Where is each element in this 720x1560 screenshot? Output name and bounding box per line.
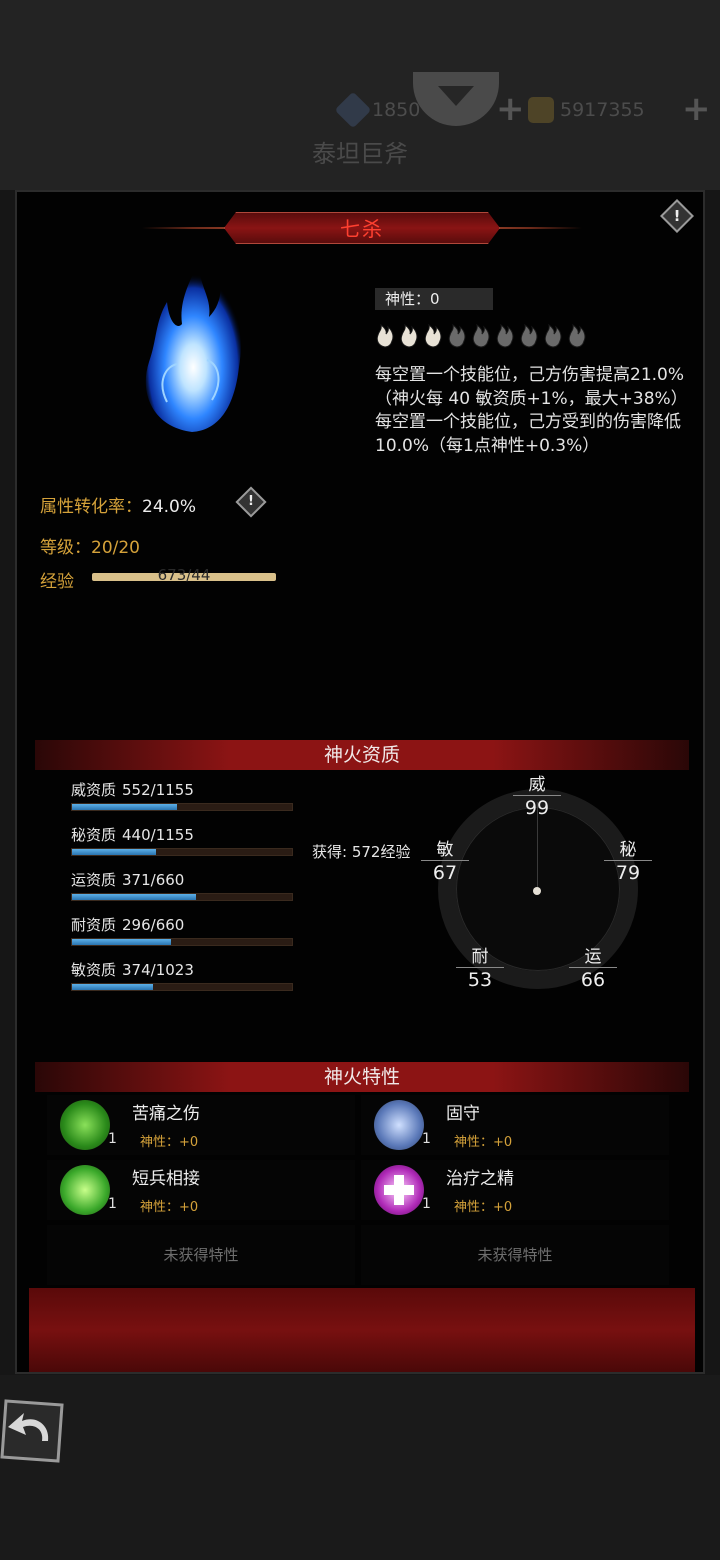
gold-amount: 5917355: [560, 99, 645, 121]
trait-divinity: 神性：+0: [454, 1135, 513, 1150]
flame-slot-empty-icon: [520, 323, 538, 348]
trait-level: 1: [422, 1196, 431, 1212]
title-ornament-left: [142, 227, 227, 229]
radar-center-dot: [533, 887, 541, 895]
flame-slot-empty-icon: [544, 323, 562, 348]
exp-label: 经验: [40, 572, 74, 592]
divine-fire-panel: 七杀 ! 神性：0 每空置一个技能位，己方伤害提高21.0%（神火每 40 敏资…: [15, 190, 705, 1374]
aptitude-value: 296/660: [122, 916, 185, 934]
close-combat-icon: [60, 1165, 110, 1215]
aptitude-bar: [71, 803, 293, 811]
radar-label-min: 敏 67: [421, 840, 469, 885]
plus-icon: +: [496, 89, 525, 129]
aptitude-label: 耐资质: [71, 916, 117, 934]
aptitude-value: 371/660: [122, 871, 185, 889]
flame-slot-filled-icon: [424, 323, 442, 348]
aptitude-label: 秘资质: [71, 826, 117, 844]
fortify-icon: [374, 1100, 424, 1150]
background-bottom: [0, 1375, 720, 1560]
aptitude-value: 374/1023: [122, 961, 194, 979]
description-damage: 每空置一个技能位，己方伤害提高21.0%（神火每 40 敏资质+1%，最大+38…: [375, 365, 688, 409]
trait-level: 1: [108, 1131, 117, 1147]
level-value: 20/20: [91, 538, 140, 558]
weapon-name: 泰坦巨斧: [312, 140, 408, 168]
trait-name: 治疗之精: [446, 1169, 514, 1189]
aptitude-label: 威资质: [71, 781, 117, 799]
trait-card[interactable]: 1 治疗之精 神性：+0: [361, 1160, 669, 1220]
flame-slot-empty-icon: [496, 323, 514, 348]
radar-label-mi: 秘 79: [604, 840, 652, 885]
trait-name: 固守: [446, 1104, 480, 1124]
aptitude-bar: [71, 983, 293, 991]
aptitude-value: 440/1155: [122, 826, 194, 844]
title-ornament-right: [497, 227, 582, 229]
flame-slot-empty-icon: [448, 323, 466, 348]
aptitude-row: 威资质 552/1155: [71, 779, 293, 811]
aptitude-label: 敏资质: [71, 961, 117, 979]
divinity-value: 神性：0: [375, 288, 493, 310]
flame-slot-empty-icon: [472, 323, 490, 348]
pain-wound-icon: [60, 1100, 110, 1150]
aptitude-label: 运资质: [71, 871, 117, 889]
blue-flame-icon: [145, 262, 241, 432]
panel-bottom-decoration: [29, 1288, 695, 1372]
exp-gain-text: 获得: 572经验: [312, 843, 411, 861]
radar-label-yun: 运 66: [569, 947, 617, 992]
aptitude-value: 552/1155: [122, 781, 194, 799]
skill-description: 每空置一个技能位，己方伤害提高21.0%（神火每 40 敏资质+1%，最大+38…: [375, 364, 695, 458]
back-button[interactable]: [0, 1397, 66, 1465]
trait-name: 短兵相接: [132, 1169, 200, 1189]
radar-label-wei: 威 99: [513, 775, 561, 820]
info-icon: !: [673, 207, 681, 225]
trait-card[interactable]: 1 短兵相接 神性：+0: [47, 1160, 355, 1220]
description-defense: 每空置一个技能位，己方受到的伤害降低 10.0%（每1点神性+0.3%）: [375, 412, 681, 456]
trait-divinity: 神性：+0: [140, 1135, 199, 1150]
gold-currency: 5917355: [528, 92, 645, 128]
conversion-value: 24.0%: [142, 497, 197, 517]
flame-slot-row: [375, 322, 587, 348]
panel-title: 七杀: [224, 212, 500, 244]
heal-essence-icon: [374, 1165, 424, 1215]
aptitude-row: 运资质 371/660: [71, 869, 293, 901]
flame-slot-filled-icon: [376, 323, 394, 348]
trait-divinity: 神性：+0: [454, 1200, 513, 1215]
trait-divinity: 神性：+0: [140, 1200, 199, 1215]
aptitude-bar: [71, 893, 293, 901]
aptitude-bar: [71, 938, 293, 946]
trait-level: 1: [108, 1196, 117, 1212]
aptitude-row: 秘资质 440/1155: [71, 824, 293, 856]
trait-card[interactable]: 1 苦痛之伤 神性：+0: [47, 1095, 355, 1155]
trait-empty-slot: 未获得特性: [361, 1225, 669, 1285]
flame-slot-empty-icon: [568, 323, 586, 348]
radar-label-nai: 耐 53: [456, 947, 504, 992]
level: 等级：20/20: [40, 533, 140, 558]
traits-header: 神火特性: [35, 1062, 689, 1092]
conversion-rate: 属性转化率：24.0%: [40, 492, 196, 517]
aptitude-row: 敏资质 374/1023: [71, 959, 293, 991]
exp-value: 673/44: [157, 566, 211, 584]
trait-name: 苦痛之伤: [132, 1104, 200, 1124]
plus-icon: +: [682, 89, 711, 129]
aptitude-header: 神火资质: [35, 740, 689, 770]
gem-icon: [334, 91, 372, 129]
info-icon: !: [248, 494, 254, 509]
gold-icon: [528, 97, 554, 123]
conversion-label: 属性转化率：: [40, 497, 142, 517]
aptitude-row: 耐资质 296/660: [71, 914, 293, 946]
gem-amount: 1850: [372, 99, 421, 121]
aptitude-bar: [71, 848, 293, 856]
flame-slot-filled-icon: [400, 323, 418, 348]
trait-empty-slot: 未获得特性: [47, 1225, 355, 1285]
trait-level: 1: [422, 1131, 431, 1147]
level-label: 等级：: [40, 538, 91, 558]
gem-currency: 1850: [334, 91, 421, 129]
trait-card[interactable]: 1 固守 神性：+0: [361, 1095, 669, 1155]
